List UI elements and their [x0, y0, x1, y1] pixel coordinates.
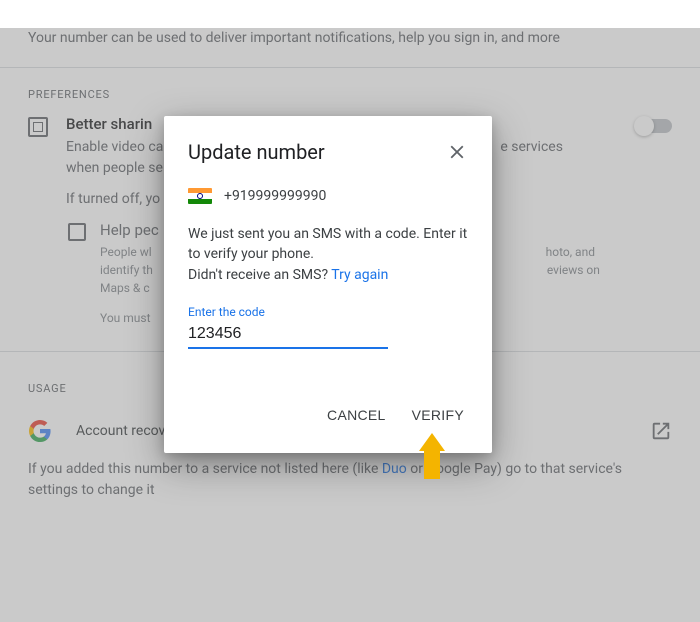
update-number-dialog: Update number +919999999990 We just sent…: [164, 116, 492, 453]
dialog-message: We just sent you an SMS with a code. Ent…: [188, 224, 468, 285]
phone-number-row: +919999999990: [188, 188, 468, 204]
verify-button[interactable]: VERIFY: [408, 401, 468, 429]
code-input[interactable]: [188, 321, 388, 349]
cancel-button[interactable]: CANCEL: [323, 401, 390, 429]
phone-number-value: +919999999990: [224, 188, 326, 204]
dialog-title: Update number: [188, 140, 325, 164]
code-input-label: Enter the code: [188, 305, 468, 319]
india-flag-icon: [188, 188, 212, 204]
close-icon[interactable]: [446, 141, 468, 163]
try-again-link[interactable]: Try again: [331, 267, 388, 283]
